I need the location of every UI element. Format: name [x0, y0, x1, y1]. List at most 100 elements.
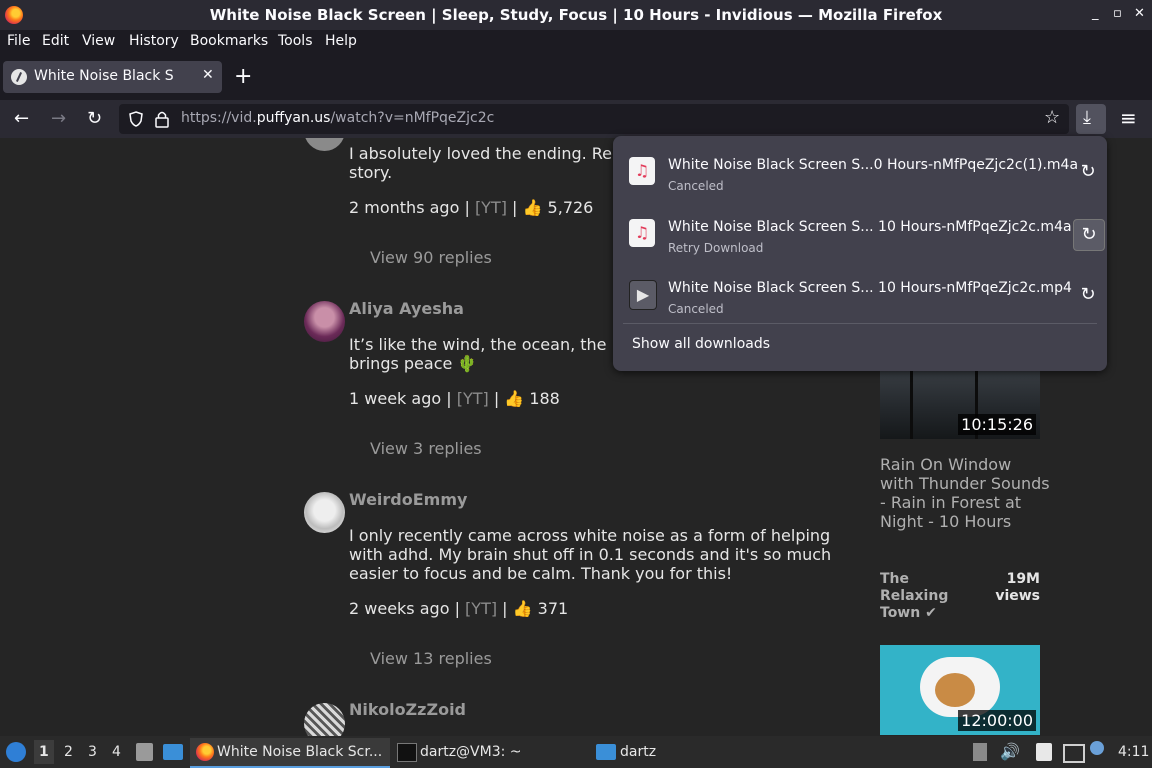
app-menu-button[interactable]: ≡ — [1120, 106, 1137, 130]
view-replies-link[interactable]: View 3 replies — [370, 439, 482, 458]
comment-author[interactable]: Aliya Ayesha — [349, 299, 464, 318]
download-arrow-icon: ⤓ — [1083, 107, 1091, 128]
menu-bar: File Edit View History Bookmarks Tools H… — [0, 30, 1152, 54]
download-status: Retry Download — [668, 241, 764, 255]
bookmark-star-icon[interactable]: ☆ — [1044, 107, 1060, 128]
forward-button[interactable]: → — [51, 108, 66, 129]
comment-meta: 1 week ago | [YT] | 👍 188 — [349, 389, 560, 408]
file-manager-launcher-icon[interactable] — [136, 743, 153, 761]
comment-source-link[interactable]: [YT] — [475, 198, 507, 217]
tab-title: White Noise Black Screen — [34, 68, 174, 84]
downloads-panel: ♫ White Noise Black Screen S...0 Hours-n… — [613, 136, 1107, 371]
show-all-downloads-button[interactable]: Show all downloads — [632, 336, 770, 352]
minimize-button[interactable]: _ — [1092, 6, 1099, 21]
volume-icon[interactable]: 🔊 — [1000, 742, 1020, 761]
comment-avatar[interactable] — [304, 492, 345, 533]
window-titlebar: White Noise Black Screen | Sleep, Study,… — [0, 0, 1152, 30]
comment-author[interactable]: NikoloZzZoid — [349, 700, 466, 719]
thumbs-up-icon: 👍 — [512, 599, 533, 618]
retry-icon[interactable]: ↻ — [1073, 219, 1105, 251]
shield-icon[interactable] — [128, 111, 144, 127]
taskbar: 1 2 3 4 White Noise Black Scr... dartz@V… — [0, 736, 1152, 768]
tab-close-button[interactable]: ✕ — [202, 67, 214, 83]
comment-text: I only recently came across white noise … — [349, 526, 832, 583]
workspace-1[interactable]: 1 — [39, 744, 49, 760]
terminal-icon — [397, 743, 417, 762]
menu-view[interactable]: View — [82, 33, 115, 49]
download-status: Canceled — [668, 302, 724, 316]
menu-edit[interactable]: Edit — [42, 33, 69, 49]
new-tab-button[interactable]: + — [234, 64, 252, 89]
taskbar-firefox-task[interactable]: White Noise Black Scr... — [190, 738, 390, 768]
workspace-2[interactable]: 2 — [64, 744, 73, 760]
window-title: White Noise Black Screen | Sleep, Study,… — [209, 6, 943, 24]
url-text[interactable]: https://vid.puffyan.us/watch?v=nMfPqeZjc… — [181, 110, 494, 126]
download-item[interactable]: ♫ White Noise Black Screen S... 10 Hours… — [623, 205, 1105, 261]
download-item[interactable]: ▶ White Noise Black Screen S... 10 Hours… — [623, 266, 1097, 322]
maximize-button[interactable]: ▫ — [1113, 6, 1122, 21]
taskbar-terminal-task[interactable]: dartz@VM3: ~ — [420, 744, 522, 760]
comment-avatar[interactable] — [304, 301, 345, 342]
comment-likes: 188 — [529, 389, 560, 408]
workspace-3[interactable]: 3 — [88, 744, 97, 760]
clock: 4:11 — [1118, 744, 1150, 760]
lock-icon[interactable] — [155, 110, 169, 128]
download-filename: White Noise Black Screen S...0 Hours-nMf… — [668, 157, 1079, 173]
back-button[interactable]: ← — [14, 108, 29, 129]
video-channel[interactable]: The Relaxing Town ✔ — [880, 571, 960, 622]
retry-icon[interactable]: ↻ — [1073, 157, 1103, 187]
comment-meta: 2 months ago | [YT] | 👍 5,726 — [349, 198, 594, 217]
teddy-bear-icon — [935, 673, 975, 707]
menu-file[interactable]: File — [7, 33, 30, 49]
video-thumbnail[interactable]: 10:15:26 — [880, 367, 1040, 439]
download-item[interactable]: ♫ White Noise Black Screen S...0 Hours-n… — [623, 143, 1097, 199]
comment-avatar[interactable] — [304, 703, 345, 736]
reload-button[interactable]: ↻ — [87, 108, 102, 129]
menu-help[interactable]: Help — [325, 33, 357, 49]
workspace-4[interactable]: 4 — [112, 744, 121, 760]
firefox-icon — [196, 743, 214, 761]
comment-author[interactable]: WeirdoEmmy — [349, 490, 467, 509]
notification-icon[interactable] — [1090, 741, 1104, 755]
music-note-icon: ♫ — [629, 219, 655, 247]
comment-date: 1 week ago — [349, 389, 442, 408]
video-duration: 12:00:00 — [958, 710, 1036, 731]
download-filename: White Noise Black Screen S... 10 Hours-n… — [668, 280, 1072, 296]
retry-icon[interactable]: ↻ — [1073, 280, 1103, 310]
clipboard-icon[interactable] — [973, 743, 987, 761]
view-replies-link[interactable]: View 13 replies — [370, 649, 492, 668]
video-views: 19M views — [995, 571, 1040, 604]
view-replies-link[interactable]: View 90 replies — [370, 248, 492, 267]
url-path: /watch?v=nMfPqeZjc2c — [330, 110, 495, 126]
taskbar-files-task[interactable]: dartz — [620, 744, 656, 760]
menu-history[interactable]: History — [129, 33, 179, 49]
desktop-launcher-icon[interactable] — [163, 744, 183, 760]
url-domain: puffyan.us — [256, 110, 331, 126]
start-menu-icon[interactable] — [6, 742, 26, 762]
video-thumbnail[interactable]: 12:00:00 — [880, 645, 1040, 735]
comment-source-link[interactable]: [YT] — [465, 599, 497, 618]
comment-likes: 371 — [537, 599, 569, 618]
network-icon[interactable] — [1063, 744, 1085, 763]
download-status: Canceled — [668, 179, 724, 193]
downloads-button[interactable]: ⤓ — [1076, 104, 1106, 134]
menu-bookmarks[interactable]: Bookmarks — [190, 33, 268, 49]
video-title[interactable]: Rain On Window with Thunder Sounds - Rai… — [880, 455, 1050, 531]
url-prefix: https://vid. — [181, 110, 257, 126]
navigation-bar: ← → ↻ https://vid.puffyan.us/watch?v=nMf… — [0, 100, 1152, 138]
comment-meta: 2 weeks ago | [YT] | 👍 371 — [349, 599, 569, 618]
notes-icon[interactable] — [1036, 743, 1052, 761]
comment-source-link[interactable]: [YT] — [457, 389, 489, 408]
music-note-icon: ♫ — [629, 157, 655, 185]
tab-current[interactable]: White Noise Black Screen ✕ — [3, 61, 222, 93]
close-window-button[interactable]: ✕ — [1134, 6, 1145, 21]
comment-avatar[interactable] — [304, 138, 345, 151]
video-icon: ▶ — [629, 280, 657, 310]
url-bar[interactable]: https://vid.puffyan.us/watch?v=nMfPqeZjc… — [119, 104, 1069, 134]
thumbs-up-icon: 👍 — [522, 198, 543, 217]
menu-tools[interactable]: Tools — [278, 33, 313, 49]
task-label: White Noise Black Scr... — [217, 744, 383, 760]
comment-likes: 5,726 — [547, 198, 594, 217]
divider — [623, 323, 1097, 324]
comment-date: 2 weeks ago — [349, 599, 450, 618]
